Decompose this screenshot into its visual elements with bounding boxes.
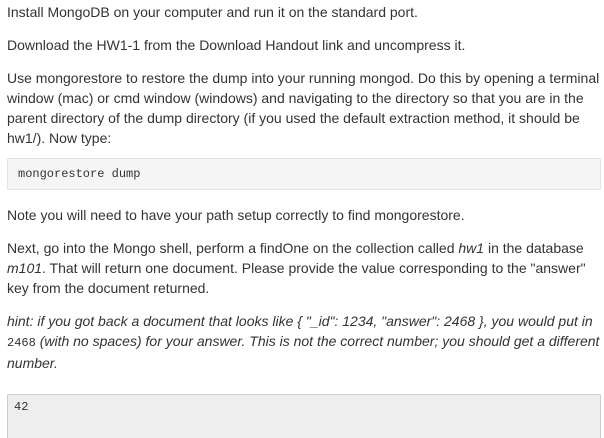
command-code-block: mongorestore dump bbox=[7, 158, 601, 190]
instruction-path-note: Note you will need to have your path set… bbox=[7, 207, 465, 223]
findone-text-c: . That will return one document. Please … bbox=[7, 260, 586, 296]
database-name: m101 bbox=[7, 260, 43, 276]
hint-text: hint: if you got back a document that lo… bbox=[7, 311, 601, 373]
instruction-restore: Use mongorestore to restore the dump int… bbox=[7, 70, 600, 146]
instruction-install: Install MongoDB on your computer and run… bbox=[7, 4, 418, 20]
instruction-findone: Next, go into the Mongo shell, perform a… bbox=[7, 238, 601, 298]
instruction-download: Download the HW1-1 from the Download Han… bbox=[7, 37, 466, 53]
homework-instructions: Install MongoDB on your computer and run… bbox=[7, 2, 601, 386]
hint-text-a: hint: if you got back a document that lo… bbox=[7, 313, 593, 329]
answer-input[interactable]: 42 bbox=[7, 394, 601, 438]
findone-text-b: in the database bbox=[484, 240, 584, 256]
findone-text-a: Next, go into the Mongo shell, perform a… bbox=[7, 240, 459, 256]
hint-text-b: (with no spaces) for your answer. This i… bbox=[7, 333, 600, 371]
collection-name: hw1 bbox=[458, 240, 485, 256]
hint-example-code: 2468 bbox=[7, 336, 36, 350]
